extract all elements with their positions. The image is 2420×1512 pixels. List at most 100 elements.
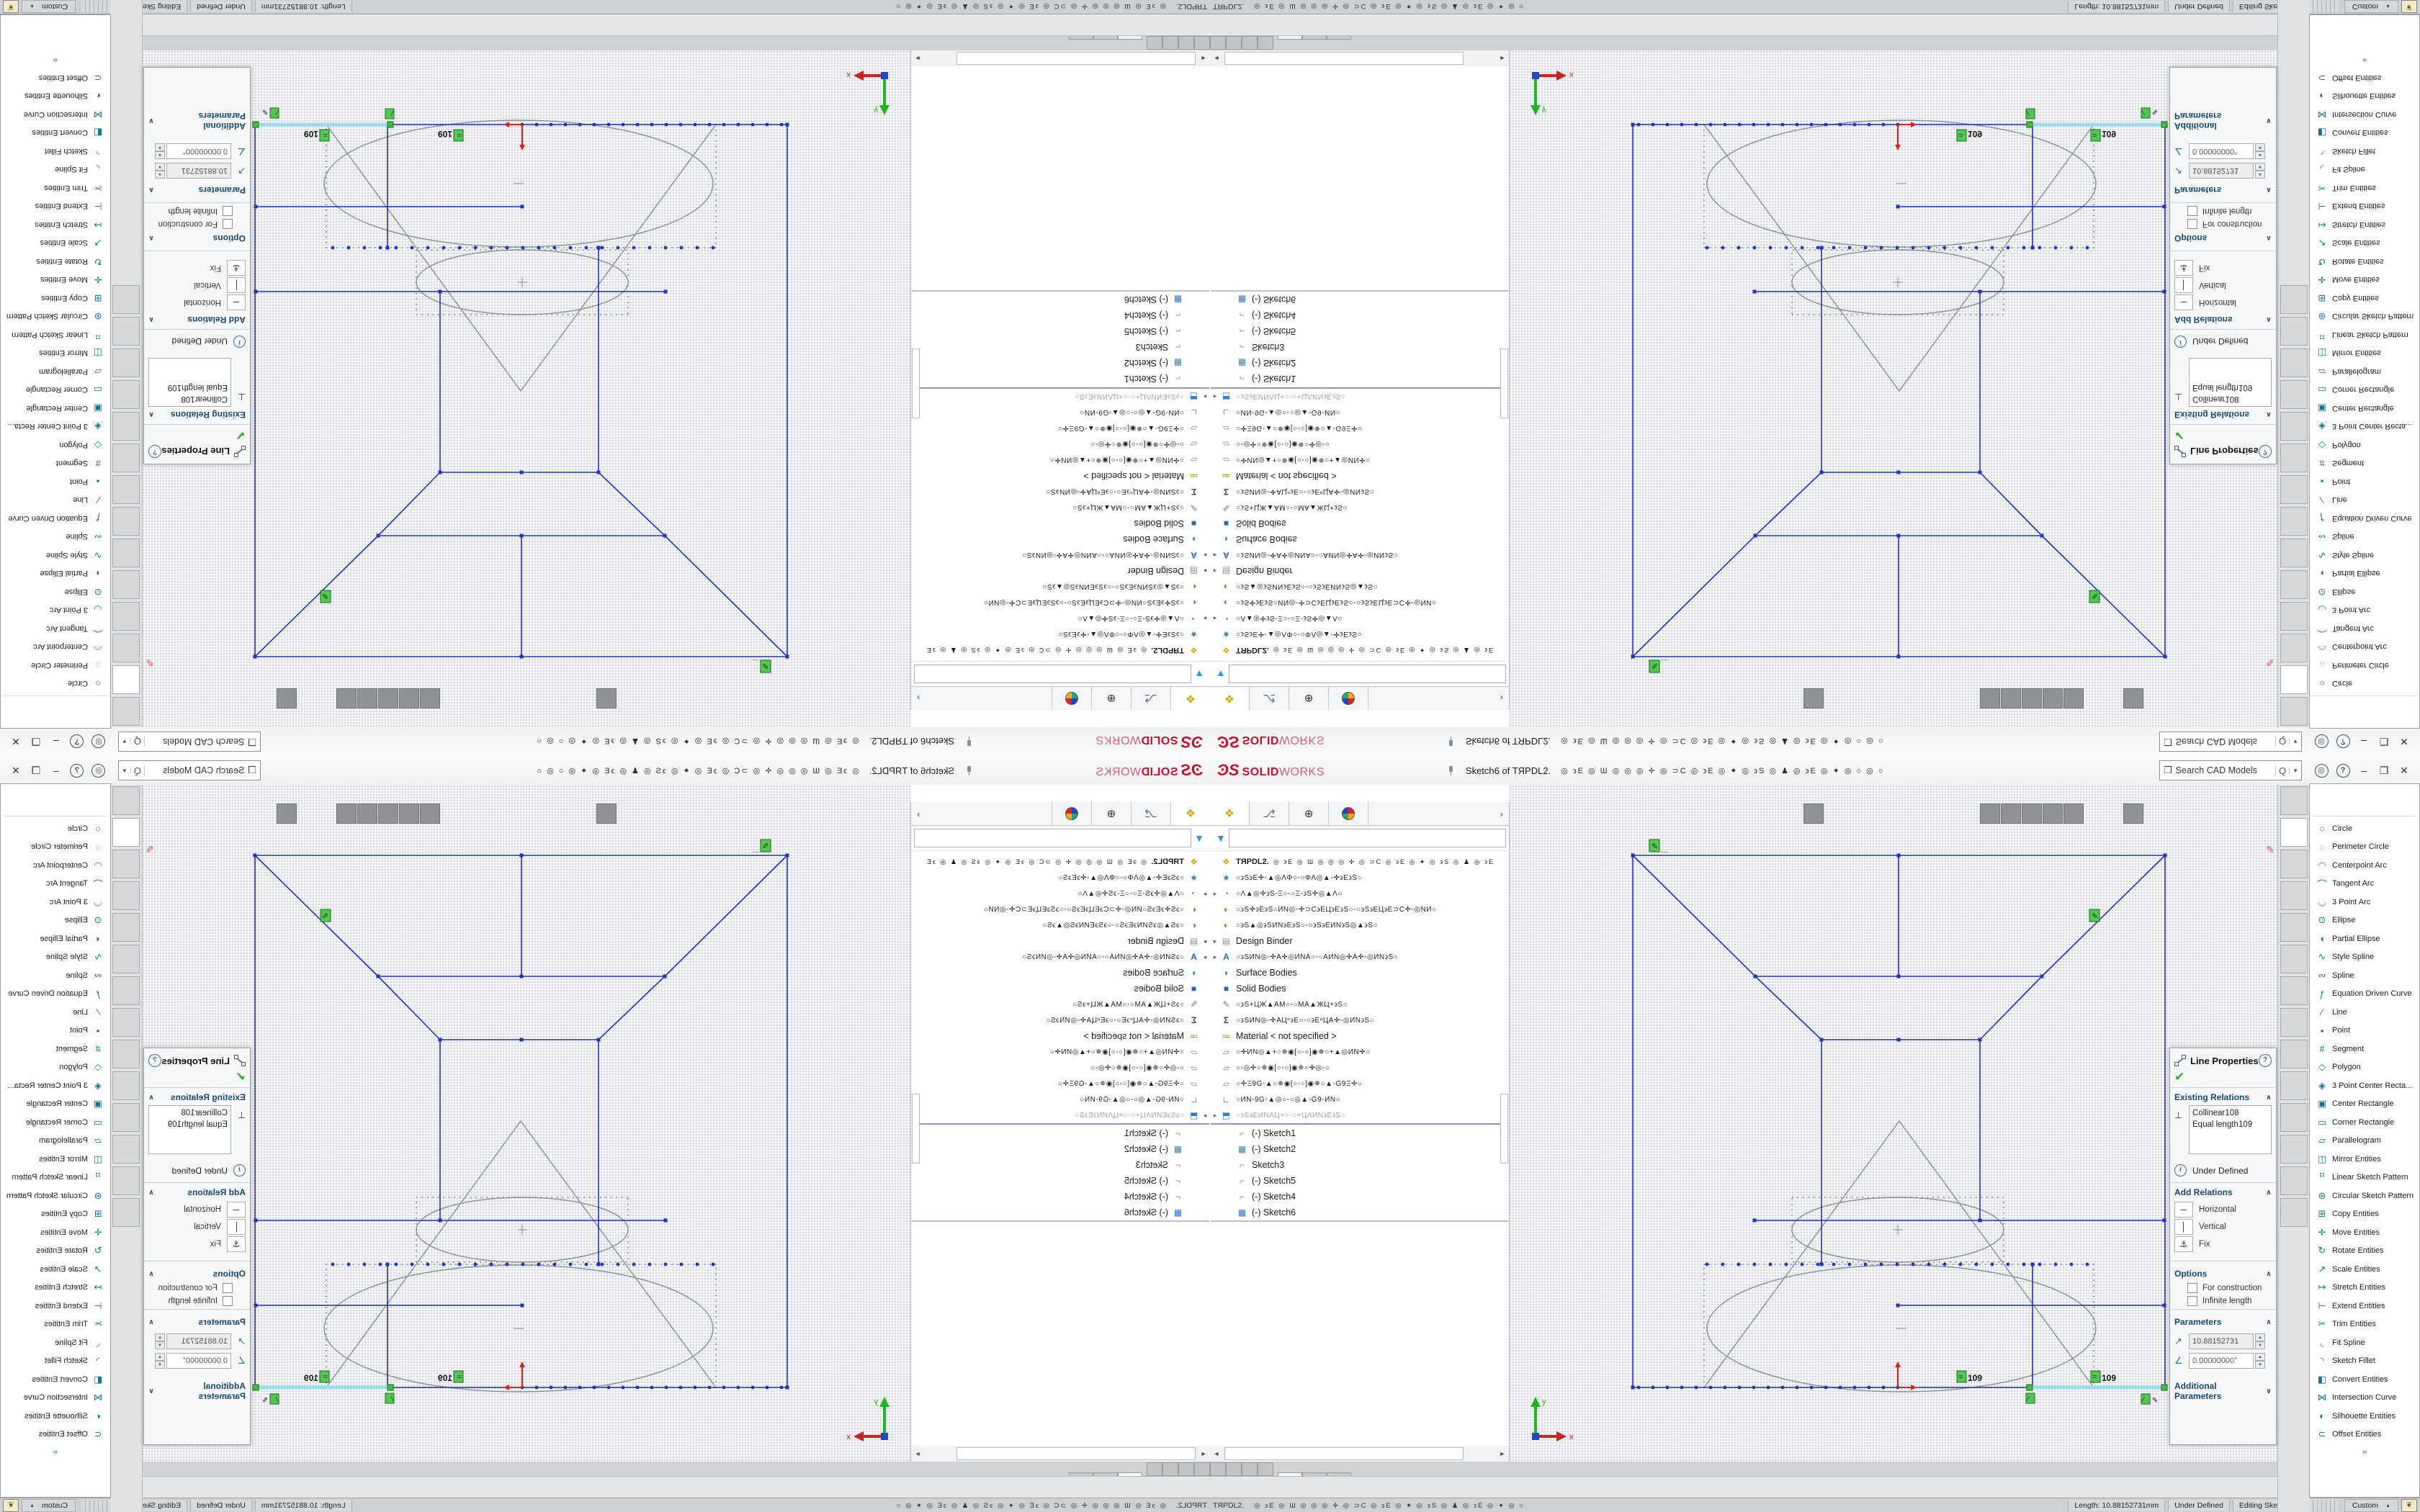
view-tool-icon[interactable] <box>2183 689 2202 708</box>
view-tool-icon[interactable] <box>656 689 675 708</box>
confirm-button[interactable]: ✔ <box>2170 1068 2276 1088</box>
sketch-tool-item[interactable]: ◐ Silhouette Entities <box>1 1407 110 1426</box>
tree-item[interactable]: ▸ ■ Solid Bodies <box>1210 516 1509 531</box>
commandmanager-tab[interactable] <box>2280 1166 2308 1195</box>
view-tool-icon[interactable] <box>357 804 377 824</box>
scroll-right-icon[interactable]: ► <box>911 55 924 62</box>
commandmanager-tab[interactable] <box>2280 1103 2308 1132</box>
close-button[interactable]: ✕ <box>6 736 26 748</box>
relation-button-icon[interactable]: │ <box>227 277 246 293</box>
view-tool-icon[interactable] <box>1960 689 1979 708</box>
commandmanager-tab[interactable] <box>2280 634 2308 662</box>
scroll-track[interactable] <box>956 1447 1196 1460</box>
document-tab[interactable] <box>1327 36 1351 40</box>
tab-nav-button[interactable] <box>1162 36 1178 50</box>
view-tool-icon[interactable] <box>378 688 398 708</box>
menu-more-chevron[interactable]: » <box>1 1447 110 1455</box>
view-tool-icon[interactable] <box>714 689 733 708</box>
sketch-tool-item[interactable]: ⊂ Offset Entities <box>1 1426 110 1444</box>
tab-nav-button[interactable] <box>1194 36 1210 50</box>
commandmanager-tab[interactable] <box>2280 380 2308 409</box>
tree-item[interactable]: ▸ ⌐ Sketch3 <box>911 1157 1210 1173</box>
tree-item[interactable]: ▸ ⌐ (-) Sketch4 <box>1210 1189 1509 1205</box>
sketch-tool-item[interactable]: ⊞ Copy Entities <box>2310 289 2419 307</box>
view-tool-icon[interactable] <box>1902 689 1921 708</box>
view-tool-icon[interactable] <box>420 688 440 708</box>
view-tool-icon[interactable] <box>460 804 479 823</box>
expander-icon[interactable]: ▸ <box>1210 953 1220 961</box>
view-tool-icon[interactable] <box>676 804 694 823</box>
commandmanager-tab[interactable] <box>2280 412 2308 441</box>
tree-item[interactable]: ▸ ⌐ (-) Sketch1 <box>911 371 1210 387</box>
tab-propertymanager[interactable]: ⎇ <box>1131 687 1170 710</box>
tree-item[interactable]: ▸ ▱ ○◦◎✛○✵◉[○◦○]◉✵○✛◎◦○ <box>911 1060 1210 1076</box>
view-tool-icon[interactable] <box>499 689 518 708</box>
relations-list[interactable]: Collinear108 Equal length109 <box>2189 1105 2272 1154</box>
expander-icon[interactable]: ▸ <box>1200 890 1210 898</box>
commandmanager-tab[interactable] <box>112 570 140 599</box>
confirm-button[interactable]: ✔ <box>144 424 250 444</box>
view-tool-icon[interactable] <box>297 804 316 823</box>
restore-button[interactable]: ❐ <box>26 736 46 748</box>
view-tool-icon[interactable] <box>1687 689 1706 708</box>
section-options[interactable]: Options∧ <box>144 232 250 248</box>
view-tool-icon[interactable] <box>336 804 357 824</box>
sketch-tool-item[interactable]: ∕ Line <box>2310 1003 2419 1022</box>
view-tool-icon[interactable] <box>1844 689 1863 708</box>
angle-input[interactable]: 0.00000000° <box>2189 1353 2254 1369</box>
tree-item[interactable]: ▸ ▦ (-) Sketch6 <box>1210 292 1509 307</box>
sketch-tool-item[interactable]: ✂ Trim Entities <box>2310 179 2419 197</box>
tab-configurationmanager[interactable]: ⊕ <box>1289 687 1329 710</box>
sketch-tool-item[interactable]: ▣ Center Rectangle <box>1 1095 110 1114</box>
section-existing-relations[interactable]: Existing Relations∧ <box>2170 1088 2276 1104</box>
view-tool-icon[interactable] <box>2043 688 2063 708</box>
checkbox[interactable] <box>2187 1296 2197 1306</box>
view-tool-icon[interactable] <box>557 689 576 708</box>
tree-item[interactable]: ▸ ✎ ○϶S+ЦЖ▲ΑΜ○◦○ΜΑ▲ЖЦ+϶S○ <box>1210 500 1509 516</box>
commandmanager-tab[interactable] <box>112 1071 140 1100</box>
angle-input[interactable]: 0.00000000° <box>166 1353 231 1369</box>
relation-entry[interactable]: Collinear108 <box>2192 1107 2268 1119</box>
minimize-button[interactable]: – <box>46 765 66 776</box>
sketch-tool-item[interactable]: ⌒ Tangent Arc <box>2310 875 2419 894</box>
tab-nav-button[interactable] <box>1210 36 1226 50</box>
sketch-indicator-icon[interactable]: ✎ <box>2266 844 2275 856</box>
add-relation-row[interactable]: ⚓ Fix <box>2174 260 2272 276</box>
add-relation-row[interactable]: ⚓ Fix <box>2174 1236 2272 1252</box>
relation-button-icon[interactable]: ─ <box>2174 1202 2193 1218</box>
scroll-track[interactable] <box>1224 52 1464 65</box>
tree-item[interactable]: ▸ Σ ○϶SИΝ◎◦✛ΑЦⁿ϶Ε○◦○϶ΕⁿЦΑ✛◦◎ИΝ϶S○ <box>911 1012 1210 1028</box>
sketch-tool-item[interactable]: ▣ Center Rectangle <box>1 399 110 418</box>
view-tool-icon[interactable] <box>460 689 479 708</box>
sketch-tool-item[interactable]: ▭ Corner Rectangle <box>2310 1113 2419 1132</box>
help-icon[interactable]: ? <box>66 763 88 778</box>
sketch-tool-item[interactable]: ▱ Parallelogram <box>2310 362 2419 381</box>
tree-horizontal-scrollbar[interactable]: ◄ ► <box>1210 50 1510 66</box>
sketch-tool-item[interactable]: ◟ Fit Spline <box>2310 1333 2419 1352</box>
tree-item[interactable]: ▸ ⌐ (-) Sketch5 <box>911 323 1210 339</box>
tree-item[interactable]: ▸ ▱ ○◦◎✛○✵◉[○◦○]◉✵○✛◎◦○ <box>911 436 1210 452</box>
sketch-tool-item[interactable]: ◈ 3 Point Center Recta... <box>2310 1076 2419 1095</box>
tree-root[interactable]: ❖ TЯPDL2. ◎ ϶Ε ◎ Ɯ ◎ ◎ ◎ ✛ ◎ ⊃C ◎ ϶Ε ◎ ✦… <box>1210 642 1509 658</box>
checkbox[interactable] <box>223 219 233 229</box>
status-custom-dropdown[interactable]: Custom▲ <box>2344 1499 2398 1512</box>
view-tool-icon[interactable] <box>2144 689 2163 708</box>
checkbox[interactable] <box>2187 1283 2197 1293</box>
section-additional-parameters[interactable]: Additional Parameters∨ <box>144 1377 250 1403</box>
commandmanager-tab[interactable] <box>112 850 140 878</box>
view-tool-icon[interactable] <box>218 689 237 708</box>
sketch-tool-item[interactable]: ⊂ Offset Entities <box>2310 68 2419 87</box>
tab-nav-button[interactable] <box>1147 1462 1162 1476</box>
view-tool-icon[interactable] <box>637 804 655 823</box>
scroll-left-icon[interactable]: ◄ <box>1197 1450 1210 1457</box>
commandmanager-tab[interactable] <box>2280 507 2308 536</box>
commandmanager-tab[interactable] <box>112 317 140 346</box>
length-input[interactable]: 10.88152731 <box>166 1333 231 1349</box>
relations-list[interactable]: Collinear108 Equal length109 <box>2189 358 2272 407</box>
tree-horizontal-scrollbar[interactable]: ◄ ► <box>910 1446 1210 1462</box>
tree-item[interactable]: ▸ ▱ ○✛Ξ9G◦▲○✵◉[○◦○]◉✵○▲◦G9Ξ✛○ <box>911 1076 1210 1092</box>
tree-item[interactable]: ▸ ▦ (-) Sketch2 <box>911 355 1210 371</box>
tree-item[interactable]: ▸ A ○϶SИΝ◎◦✛Α✛◎ИΝΑ○◦○ΑИΝ◎✛Α✛◦◎ИΝ϶S○ <box>911 547 1210 563</box>
confirm-button[interactable]: ✔ <box>144 1068 250 1088</box>
graphics-area[interactable]: y x ✎ … ✎ = 109 = 109 <box>1509 785 2277 1462</box>
